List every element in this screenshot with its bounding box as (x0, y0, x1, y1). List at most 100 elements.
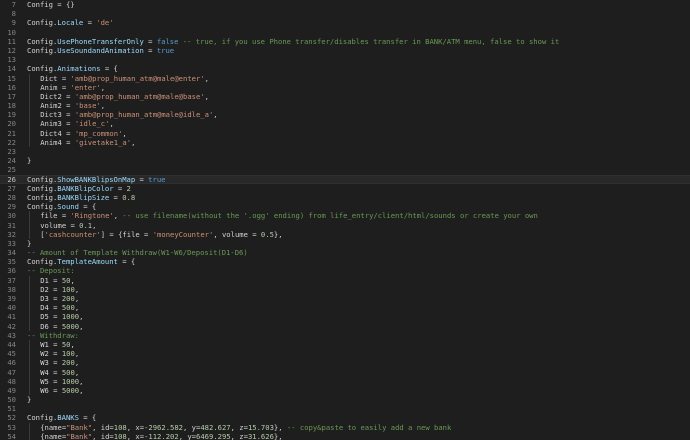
code-line[interactable]: 18 Anim2 = 'base', (0, 101, 690, 111)
code-line[interactable]: 44 W1 = 50, (0, 339, 690, 350)
line-number: 16 (7, 82, 16, 92)
code-line[interactable]: 16 Anim = 'enter', (0, 82, 690, 92)
code-text: Config.BANKBlipColor = 2 (27, 184, 131, 193)
code-token: 0.8 (122, 192, 136, 202)
code-line[interactable]: 19 Dict3 = 'amb@prop_human_atm@male@idle_… (0, 110, 690, 120)
code-line[interactable]: 15 Dict = 'amb@prop_human_atm@male@enter'… (0, 73, 690, 83)
indent-guide (29, 321, 30, 331)
code-token: 'mp_common' (74, 128, 123, 138)
line-number: 45 (7, 349, 16, 359)
line-number: 25 (7, 165, 16, 175)
code-token: -2962.582 (144, 422, 184, 432)
line-number: 21 (7, 128, 16, 138)
code-token: Config. (27, 64, 58, 74)
code-line[interactable]: 41 D5 = 1000, (0, 312, 690, 322)
code-line[interactable]: 25 (0, 165, 690, 174)
code-line[interactable]: 24} (0, 156, 690, 165)
code-line[interactable]: 30 file = 'Ringtone', -- use filename(wit… (0, 211, 690, 221)
code-token: D2 = (40, 284, 62, 294)
code-token: 31.626 (247, 431, 274, 440)
code-line[interactable]: 40 D4 = 500, (0, 303, 690, 313)
code-token: Config. (27, 183, 58, 193)
code-token: }, (273, 431, 283, 440)
code-line[interactable]: 42 D6 = 5000, (0, 321, 690, 331)
code-line[interactable]: 12 Config.UseSoundandAnimation = true (0, 46, 690, 55)
code-line[interactable]: 43 -- Withdraw: (0, 331, 690, 340)
line-number: 31 (7, 220, 16, 230)
code-line[interactable]: 38 D2 = 100, (0, 284, 690, 294)
line-number: 29 (7, 202, 16, 212)
indent-guide (29, 101, 30, 111)
code-token: , (204, 73, 209, 83)
code-line[interactable]: 48 W5 = 1000, (0, 376, 690, 386)
code-line[interactable]: 23 (0, 147, 690, 156)
code-line[interactable]: 28 Config.BANKBlipSize = 0.8 (0, 193, 690, 202)
code-line[interactable]: 53 {name="Bank", id=108, x=-2962.582, y=4… (0, 422, 690, 432)
code-line[interactable]: 17 Dict2 = 'amb@prop_human_atm@male@base'… (0, 91, 690, 102)
code-token: 15.703 (247, 422, 274, 432)
code-line[interactable]: 35 Config.TemplateAmount = { (0, 257, 690, 266)
code-line[interactable]: 47 W4 = 500, (0, 367, 690, 377)
code-line[interactable]: 27 Config.BANKBlipColor = 2 (0, 184, 690, 193)
line-number: 28 (7, 192, 16, 202)
indent-guide (29, 312, 30, 322)
code-line[interactable]: 32 ['cashcounter'] = {file = 'moneyCounte… (0, 229, 690, 239)
code-line[interactable]: 11 Config.UsePhoneTransferOnly = false --… (0, 37, 690, 46)
line-number: 48 (7, 376, 16, 386)
code-token: 'base' (74, 101, 101, 111)
code-token: , (74, 294, 80, 303)
code-token: Config. (27, 174, 58, 184)
code-line[interactable]: 33} (0, 239, 690, 248)
code-line[interactable]: 54 {name="Bank", id=108, x=-112.202, y=64… (0, 431, 690, 440)
code-editor[interactable]: 7 Config = {} 8 9 Config.Locale = 'de' 10 11 Co… (0, 0, 690, 440)
code-line[interactable]: 20 Anim3 = 'idle_c', (0, 119, 690, 129)
code-line[interactable]: 7 Config = {} (0, 0, 690, 9)
code-line[interactable]: 50} (0, 395, 690, 404)
code-line[interactable]: 8 (0, 9, 690, 18)
code-text: -- Withdraw: (27, 331, 79, 340)
code-line[interactable]: 14 Config.Animations = { (0, 64, 690, 73)
line-number: 37 (7, 275, 16, 285)
indent-guide (29, 339, 30, 350)
code-text: file = 'Ringtone', -- use filename(witho… (40, 211, 538, 220)
line-number: 33 (7, 238, 16, 248)
code-line[interactable]: 26 Config.ShowBANKBlipsOnMap = true (0, 174, 690, 184)
code-token: -- Amount of Template Withdraw(W1-W6/Dep… (27, 248, 248, 258)
code-line[interactable]: 39 D3 = 200, (0, 294, 690, 304)
code-token: Dict3 = (40, 110, 75, 120)
indent-guide (29, 220, 30, 230)
code-line[interactable]: 45 W2 = 100, (0, 349, 690, 359)
code-token: Dict4 = (40, 128, 75, 138)
code-text: Config.Locale = 'de' (27, 18, 114, 27)
code-text: Dict3 = 'amb@prop_human_atm@male@idle_a'… (40, 110, 217, 119)
code-line[interactable]: 34 -- Amount of Template Withdraw(W1-W6/D… (0, 248, 690, 257)
code-token: 200 (61, 294, 75, 303)
code-token: 'givetake1_a' (74, 137, 132, 147)
line-number: 20 (7, 119, 16, 129)
code-line[interactable]: 9 Config.Locale = 'de' (0, 18, 690, 27)
code-line[interactable]: 51 (0, 404, 690, 413)
code-token: Dict = (40, 73, 71, 83)
code-text: -- Amount of Template Withdraw(W1-W6/Dep… (27, 248, 248, 257)
code-token: Config. (27, 45, 58, 55)
code-text: Dict2 = 'amb@prop_human_atm@male@base', (40, 92, 209, 101)
code-token: D6 = (40, 321, 62, 331)
code-line[interactable]: 13 (0, 55, 690, 64)
code-line[interactable]: 10 (0, 28, 690, 37)
code-token: = (143, 45, 157, 55)
code-token: } (27, 156, 32, 166)
code-token: UseSoundandAnimation (57, 45, 144, 55)
code-token: 5000 (61, 321, 80, 331)
code-line[interactable]: 36 -- Deposit: (0, 266, 690, 275)
line-number: 40 (7, 303, 16, 313)
code-line[interactable]: 49 W6 = 5000, (0, 385, 690, 396)
code-line[interactable]: 22 Anim4 = 'givetake1_a', (0, 137, 690, 147)
code-line[interactable]: 21 Dict4 = 'mp_common', (0, 128, 690, 138)
code-line[interactable]: 52 Config.BANKS = { (0, 413, 690, 422)
code-text: } (27, 156, 31, 165)
code-line[interactable]: 37 D1 = 50, (0, 275, 690, 285)
code-line[interactable]: 46 W3 = 200, (0, 358, 690, 368)
code-token: , (74, 367, 80, 377)
code-line[interactable]: 31 volume = 0.1, (0, 220, 690, 230)
code-line[interactable]: 29 Config.Sound = { (0, 202, 690, 211)
